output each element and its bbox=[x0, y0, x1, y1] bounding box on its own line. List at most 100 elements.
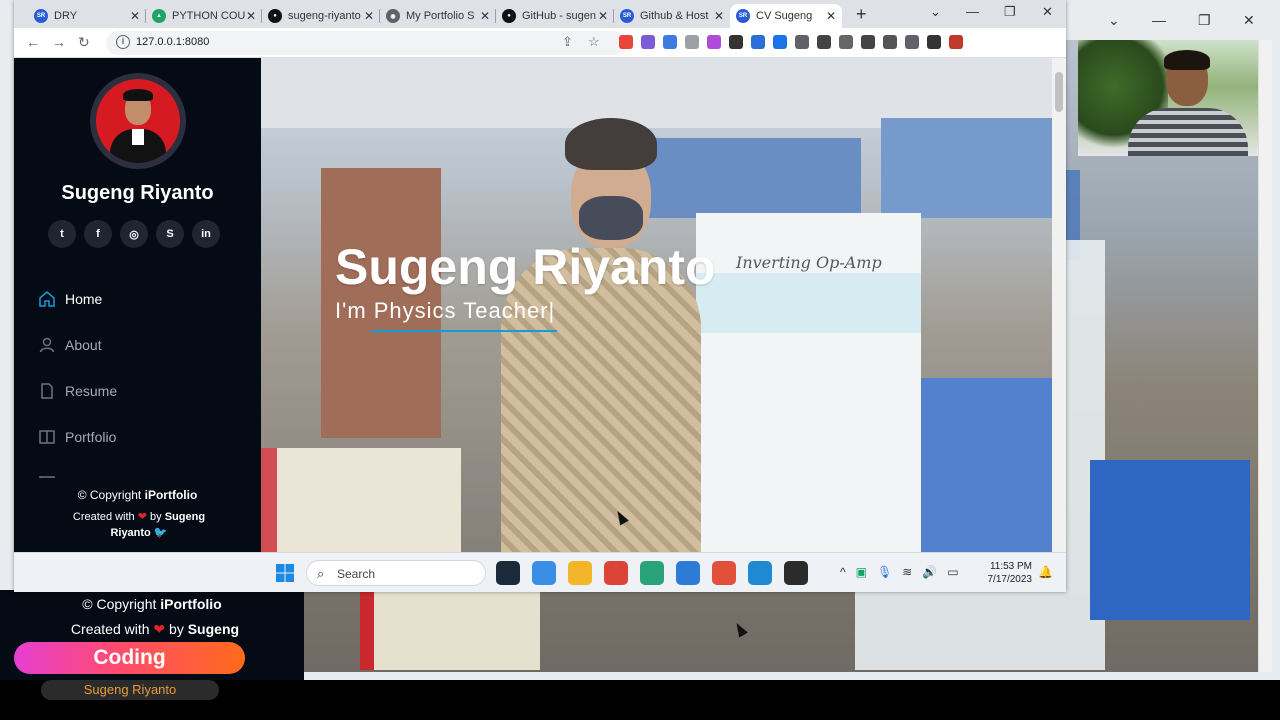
vscode-icon[interactable] bbox=[748, 561, 772, 585]
browser-window: + ⌄ — ❐ ✕ SR DRY ✕ ▲ PYTHON COU ✕ ● sugeng-riya… bbox=[14, 0, 1066, 592]
security-icon[interactable]: ▣ bbox=[856, 565, 867, 579]
back-arrow-icon[interactable]: ← bbox=[26, 34, 40, 50]
extension-icon[interactable] bbox=[817, 35, 831, 49]
bg-maximize-button[interactable]: ❐ bbox=[1198, 12, 1211, 29]
wifi-icon[interactable]: ≋ bbox=[902, 565, 912, 579]
volume-icon[interactable]: 🔊 bbox=[922, 565, 937, 579]
extension-icon[interactable] bbox=[795, 35, 809, 49]
bg-scrollbar[interactable] bbox=[1258, 40, 1272, 672]
extension-icon[interactable] bbox=[883, 35, 897, 49]
extension-icon[interactable] bbox=[773, 35, 787, 49]
bookmark-star-icon[interactable]: ☆ bbox=[588, 34, 600, 50]
globe-icon: ◉ bbox=[386, 9, 400, 23]
tab-close-icon[interactable]: ✕ bbox=[598, 9, 608, 23]
windows-taskbar: ⌕ Search ^ ▣ 🎙 ≋ 🔊 ▭ 11:53 PM 7/17/2023 … bbox=[14, 552, 1066, 592]
tab-title: CV Sugeng bbox=[756, 10, 813, 22]
extension-icon[interactable] bbox=[619, 35, 633, 49]
facebook-icon[interactable]: f bbox=[84, 220, 112, 248]
extension-icon[interactable] bbox=[707, 35, 721, 49]
site-info-icon[interactable]: i bbox=[116, 35, 130, 49]
sidebar-item-home[interactable]: Home bbox=[38, 276, 119, 322]
address-bar[interactable]: i 127.0.0.1:8080 bbox=[106, 31, 626, 55]
extension-icon[interactable] bbox=[839, 35, 853, 49]
tab-3[interactable]: ◉ My Portfolio S ✕ bbox=[380, 4, 496, 28]
bg-close-button[interactable]: ✕ bbox=[1243, 12, 1255, 29]
battery-icon[interactable]: ▭ bbox=[947, 565, 958, 579]
file-icon bbox=[38, 382, 56, 400]
taskbar-clock[interactable]: 11:53 PM 7/17/2023 bbox=[982, 560, 1033, 586]
hero-subtitle: I'm Physics Teacher| bbox=[335, 298, 556, 323]
bg-chevron-down-icon[interactable]: ⌄ bbox=[1108, 12, 1120, 29]
notepad-icon[interactable] bbox=[532, 561, 556, 585]
search-label: Search bbox=[337, 567, 376, 581]
minimize-button[interactable]: — bbox=[966, 4, 979, 19]
microphone-icon[interactable]: 🎙 bbox=[877, 565, 892, 579]
hero-underline bbox=[371, 330, 557, 332]
tab-1[interactable]: ▲ PYTHON COU ✕ bbox=[146, 4, 262, 28]
instagram-icon[interactable]: ◎ bbox=[120, 220, 148, 248]
globe-app-icon[interactable] bbox=[640, 561, 664, 585]
tab-close-icon[interactable]: ✕ bbox=[246, 9, 256, 23]
extension-icon[interactable] bbox=[927, 35, 941, 49]
tab-4[interactable]: ● GitHub - sugen ✕ bbox=[496, 4, 614, 28]
extension-icon[interactable] bbox=[751, 35, 765, 49]
clock-date: 7/17/2023 bbox=[987, 574, 1033, 585]
tab-6[interactable]: SR CV Sugeng ✕ bbox=[730, 4, 842, 28]
tab-5[interactable]: SR Github & Host ✕ bbox=[614, 4, 730, 28]
chrome-icon[interactable] bbox=[604, 561, 628, 585]
tab-title: DRY bbox=[54, 10, 78, 22]
linkedin-icon[interactable]: in bbox=[192, 220, 220, 248]
close-window-button[interactable]: ✕ bbox=[1042, 4, 1053, 20]
new-tab-button[interactable]: + bbox=[856, 4, 867, 25]
file-explorer-icon[interactable] bbox=[568, 561, 592, 585]
windows-start-icon[interactable] bbox=[275, 563, 295, 583]
tab-title: sugeng-riyanto bbox=[288, 10, 361, 22]
tab-title: GitHub - sugen bbox=[522, 10, 596, 22]
extension-icon[interactable] bbox=[905, 35, 919, 49]
share-icon[interactable]: ⇪ bbox=[562, 34, 573, 50]
url-text[interactable]: 127.0.0.1:8080 bbox=[136, 36, 209, 48]
sidebar-item-portfolio[interactable]: Portfolio bbox=[38, 414, 119, 460]
tab-search-chevron-icon[interactable]: ⌄ bbox=[930, 4, 941, 20]
chrome-profile-icon[interactable] bbox=[712, 561, 736, 585]
tab-0[interactable]: SR DRY ✕ bbox=[28, 4, 146, 28]
tab-title: Github & Host bbox=[640, 10, 709, 22]
page-viewport: Sugeng Riyanto t f ◎ Sin Home About Resume Por… bbox=[14, 58, 1066, 552]
user-icon bbox=[38, 336, 56, 354]
tab-2[interactable]: ● sugeng-riyanto ✕ bbox=[262, 4, 380, 28]
extension-icon[interactable] bbox=[663, 35, 677, 49]
notification-bell-icon[interactable]: 🔔 bbox=[1038, 565, 1053, 579]
sidebar-item-about[interactable]: About bbox=[38, 322, 119, 368]
tab-title: My Portfolio S bbox=[406, 10, 475, 22]
taskbar-search[interactable]: ⌕ Search bbox=[306, 560, 486, 586]
coding-badge: Coding bbox=[14, 642, 245, 674]
tab-close-icon[interactable]: ✕ bbox=[714, 9, 724, 23]
extension-icon[interactable] bbox=[861, 35, 875, 49]
extension-icon[interactable] bbox=[685, 35, 699, 49]
chevron-up-icon[interactable]: ^ bbox=[840, 565, 846, 579]
tab-close-icon[interactable]: ✕ bbox=[826, 9, 836, 23]
terminal-app-icon[interactable] bbox=[496, 561, 520, 585]
extension-icon[interactable] bbox=[949, 35, 963, 49]
reload-icon[interactable]: ↻ bbox=[78, 34, 90, 51]
bg-minimize-button[interactable]: — bbox=[1152, 12, 1166, 28]
snipping-tool-icon[interactable] bbox=[676, 561, 700, 585]
twitter-icon[interactable]: t bbox=[48, 220, 76, 248]
tab-close-icon[interactable]: ✕ bbox=[480, 9, 490, 23]
page-scrollbar[interactable] bbox=[1052, 58, 1066, 552]
twitter-bird-icon: 🐦 bbox=[153, 527, 168, 539]
sidebar-item-resume[interactable]: Resume bbox=[38, 368, 119, 414]
extension-icon[interactable] bbox=[729, 35, 743, 49]
sr-logo-icon: SR bbox=[736, 9, 750, 23]
extension-icon[interactable] bbox=[641, 35, 655, 49]
heart-icon: ❤ bbox=[137, 511, 147, 523]
maximize-button[interactable]: ❐ bbox=[1004, 4, 1016, 20]
forward-arrow-icon[interactable]: → bbox=[52, 34, 66, 50]
skype-icon[interactable]: S bbox=[156, 220, 184, 248]
scrollbar-thumb[interactable] bbox=[1055, 72, 1063, 112]
cmd-icon[interactable] bbox=[784, 561, 808, 585]
system-tray: ^ ▣ 🎙 ≋ 🔊 ▭ bbox=[840, 565, 959, 579]
tab-close-icon[interactable]: ✕ bbox=[364, 9, 374, 23]
sidebar: Sugeng Riyanto t f ◎ Sin Home About Resume Por… bbox=[14, 58, 261, 552]
tab-close-icon[interactable]: ✕ bbox=[130, 9, 140, 23]
